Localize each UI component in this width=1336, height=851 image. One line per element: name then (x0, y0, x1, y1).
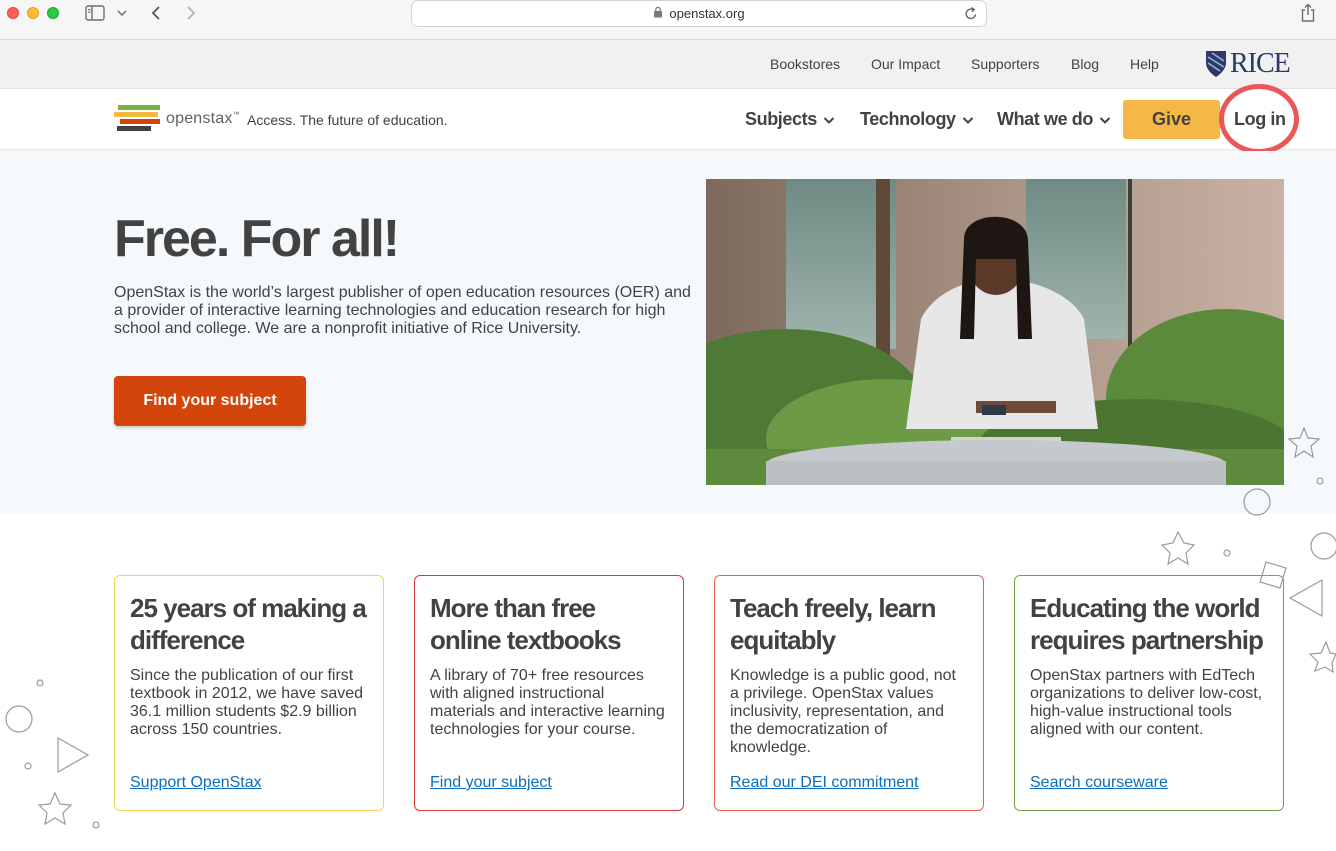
card-difference: 25 years of making a difference Since th… (114, 575, 384, 811)
address-bar[interactable]: openstax.org (411, 0, 987, 27)
chevron-down-icon[interactable] (116, 2, 128, 24)
dei-commitment-link[interactable]: Read our DEI commitment (730, 774, 919, 792)
chevron-down-icon (1099, 109, 1111, 130)
nav-what-we-do[interactable]: What we do (997, 109, 1111, 130)
openstax-logo-icon[interactable] (114, 104, 162, 139)
trademark-mark: ™ (232, 111, 240, 119)
card-textbooks: More than free online textbooks A librar… (414, 575, 684, 811)
maximize-window-button[interactable] (47, 7, 59, 19)
circle-icon (36, 679, 44, 687)
give-button[interactable]: Give (1123, 100, 1220, 139)
tagline: Access. The future of education. (247, 112, 448, 128)
card-title: Teach freely, learn equitably (730, 593, 936, 655)
card-equity: Teach freely, learn equitably Knowledge … (714, 575, 984, 811)
reload-icon[interactable] (964, 6, 978, 24)
minimize-window-button[interactable] (27, 7, 39, 19)
rice-logo[interactable]: RICE (1204, 48, 1291, 80)
sidebar-toggle-icon[interactable] (84, 2, 106, 24)
close-window-button[interactable] (7, 7, 19, 19)
card-title: More than free online textbooks (430, 593, 622, 655)
search-courseware-link[interactable]: Search courseware (1030, 774, 1168, 792)
circle-icon (92, 821, 100, 829)
nav-what-we-do-label: What we do (997, 109, 1093, 129)
find-subject-link[interactable]: Find your subject (430, 774, 552, 792)
back-arrow-icon[interactable] (148, 2, 164, 24)
star-icon (37, 791, 73, 826)
utility-link-supporters[interactable]: Supporters (971, 56, 1039, 72)
utility-link-blog[interactable]: Blog (1071, 56, 1099, 72)
login-link[interactable]: Log in (1234, 109, 1286, 130)
rice-shield-icon (1206, 51, 1226, 77)
hero-photo (706, 179, 1284, 485)
rice-logo-text: RICE (1230, 48, 1291, 79)
card-body: Since the publication of our first textb… (130, 667, 364, 738)
card-body: OpenStax partners with EdTech organizati… (1030, 667, 1263, 738)
browser-toolbar: openstax.org (0, 0, 1336, 40)
utility-link-bookstores[interactable]: Bookstores (770, 56, 840, 72)
nav-technology-label: Technology (860, 109, 956, 129)
circle-icon (24, 762, 32, 770)
forward-arrow-icon[interactable] (183, 2, 199, 24)
utility-link-help[interactable]: Help (1130, 56, 1159, 72)
hero-title: Free. For all! (114, 210, 400, 268)
card-partnership: Educating the world requires partnership… (1014, 575, 1284, 811)
card-body: A library of 70+ free resources with ali… (430, 667, 665, 738)
star-icon (1308, 640, 1336, 674)
openstax-logo-text[interactable]: openstax™ (166, 110, 240, 128)
utility-nav: Bookstores Our Impact Supporters Blog He… (0, 40, 1336, 89)
main-nav: openstax™ Access. The future of educatio… (0, 89, 1336, 150)
utility-link-our-impact[interactable]: Our Impact (871, 56, 940, 72)
triangle-icon (1288, 578, 1323, 618)
nav-subjects[interactable]: Subjects (745, 109, 835, 130)
lock-icon (653, 6, 663, 21)
hero-body: OpenStax is the world’s largest publishe… (114, 284, 691, 337)
card-body: Knowledge is a public good, not a privil… (730, 667, 956, 756)
nav-subjects-label: Subjects (745, 109, 817, 129)
circle-icon (5, 705, 33, 733)
hero-section: Free. For all! OpenStax is the world’s l… (0, 151, 1336, 514)
card-title: Educating the world requires partnership (1030, 593, 1264, 655)
chevron-down-icon (823, 109, 835, 130)
star-icon (1160, 530, 1196, 566)
card-title: 25 years of making a difference (130, 593, 367, 655)
share-icon[interactable] (1298, 2, 1318, 24)
circle-icon (1223, 549, 1231, 557)
circle-icon (1310, 532, 1336, 560)
find-subject-button[interactable]: Find your subject (114, 376, 306, 426)
support-openstax-link[interactable]: Support OpenStax (130, 774, 262, 792)
nav-technology[interactable]: Technology (860, 109, 974, 130)
url-text: openstax.org (669, 6, 745, 21)
chevron-down-icon (962, 109, 974, 130)
triangle-icon (57, 736, 90, 774)
